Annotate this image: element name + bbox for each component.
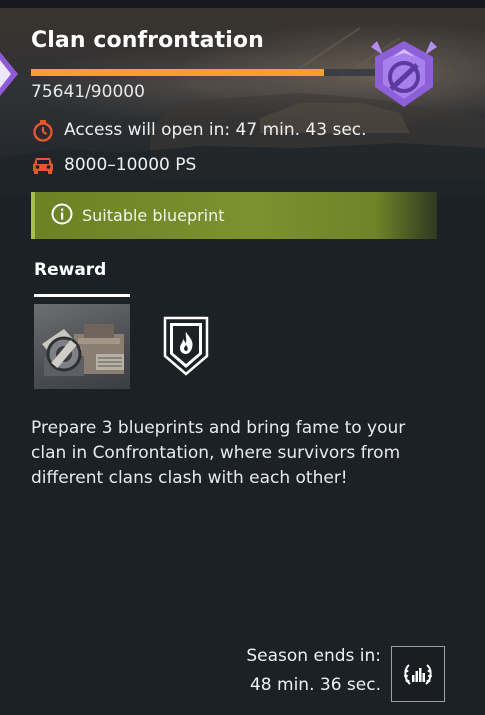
page-title: Clan confrontation: [31, 28, 264, 53]
season-ends-time: 48 min. 36 sec.: [249, 675, 381, 695]
side-pointer-icon: [0, 52, 18, 96]
fire-shield-badge-icon[interactable]: [163, 316, 209, 376]
tab-reward[interactable]: Reward: [34, 260, 106, 280]
vehicle-icon: [31, 153, 55, 177]
access-timer-row: Access will open in: 47 min. 43 sec.: [31, 118, 367, 142]
power-score-row: 8000–10000 PS: [31, 153, 196, 177]
reward-blueprint-crate[interactable]: [34, 304, 130, 389]
progress-bar: [31, 69, 380, 76]
progress-bar-fill: [31, 69, 325, 76]
info-icon: [51, 203, 73, 229]
tab-reward-underline: [34, 294, 130, 297]
banner-accent-bar: [31, 192, 35, 239]
suitable-blueprint-banner[interactable]: Suitable blueprint: [31, 192, 437, 239]
season-ends-label: Season ends in:: [246, 646, 381, 666]
blueprint-crate-icon: [42, 324, 124, 376]
progress-value: 75641/90000: [31, 82, 145, 102]
power-score-text: 8000–10000 PS: [64, 155, 197, 175]
banner-text: Suitable blueprint: [82, 206, 225, 225]
event-description: Prepare 3 blueprints and bring fame to y…: [31, 418, 406, 488]
access-timer-text: Access will open in: 47 min. 43 sec.: [64, 120, 367, 140]
season-rating-button[interactable]: [391, 646, 445, 702]
top-strip: [0, 0, 485, 8]
stopwatch-icon: [31, 118, 55, 142]
clan-rank-emblem-icon: [371, 41, 437, 107]
laurel-rating-icon: [404, 664, 432, 685]
